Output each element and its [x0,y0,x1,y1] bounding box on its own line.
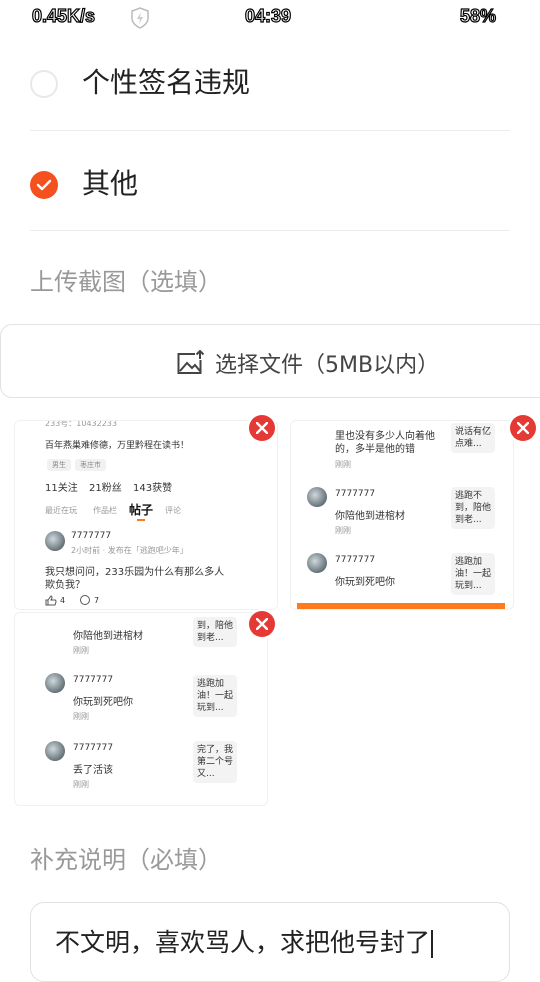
uploaded-screenshot-2[interactable]: 里也没有多少人向着他 的，多半是他的错 刚刚 说话有亿点难... 7777777… [290,420,514,610]
option-label: 其他 [82,167,139,200]
close-icon [256,422,268,434]
option-other[interactable]: 其他 [30,131,510,231]
text-caret [431,930,434,958]
clock: 04:39 [244,5,292,26]
divider [30,230,510,231]
delete-screenshot-2-button[interactable] [510,415,536,441]
radio-unchecked[interactable] [30,70,58,98]
thumb-up-icon [45,595,57,606]
choose-file-button[interactable]: 选择文件（5MB以内） [0,324,540,398]
option-signature-violation[interactable]: 个性签名违规 [30,30,510,130]
close-icon [517,422,529,434]
delete-screenshot-1-button[interactable] [249,415,275,441]
avatar [45,673,65,693]
option-label: 个性签名违规 [82,66,251,99]
avatar [45,531,65,551]
radio-checked[interactable] [30,171,58,199]
comment-icon [80,595,90,605]
image-upload-icon [177,350,205,374]
close-icon [256,618,268,630]
network-speed: 0.45K/s [31,5,96,26]
avatar [45,741,65,761]
shield-icon [131,7,149,29]
uploaded-screenshot-3[interactable]: 你陪他到进棺材 刚刚 到，陪他到老... 7777777 你玩到死吧你 刚刚 逃… [14,612,268,806]
supplement-section-label: 补充说明（必填） [30,846,222,874]
supplement-textarea[interactable]: 不文明，喜欢骂人，求把他号封了 [30,902,510,982]
choose-file-label: 选择文件（5MB以内） [215,353,440,378]
battery-level: 58% [459,5,497,26]
supplement-value: 不文明，喜欢骂人，求把他号封了 [55,928,431,957]
uploaded-screenshot-1[interactable]: 233号：10432233 百年燕巢难修德，万里黔程在读书！ 男生 枣庄市 11… [14,420,278,610]
delete-screenshot-3-button[interactable] [249,611,275,637]
avatar [307,553,327,573]
avatar [307,487,327,507]
check-icon [36,179,52,191]
upload-section-label: 上传截图（选填） [30,268,222,296]
